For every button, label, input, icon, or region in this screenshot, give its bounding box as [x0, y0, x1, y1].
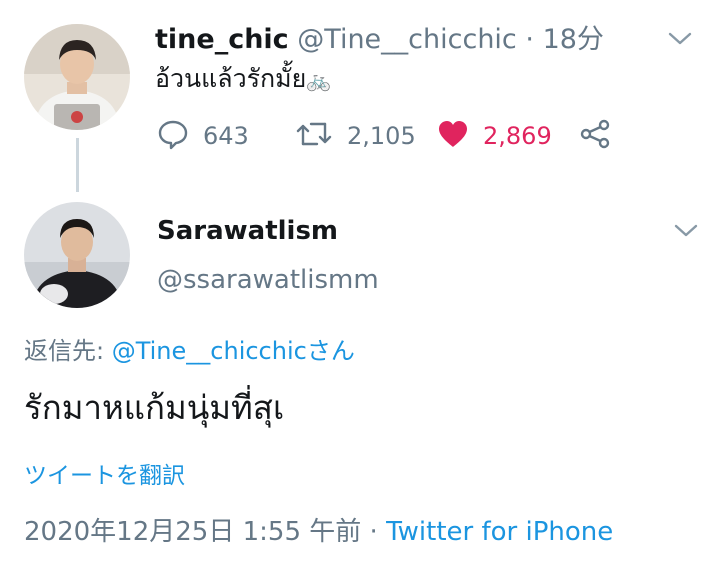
reply-to-mention-link[interactable]: @Tine__chicchicさん — [112, 337, 355, 365]
thread-line — [76, 138, 79, 192]
reply-to-line: 返信先: @Tine__chicchicさん — [24, 335, 355, 367]
share-icon — [579, 118, 611, 154]
reply-count: 643 — [203, 122, 249, 150]
bicycle-emoji-icon: 🚲 — [306, 68, 332, 92]
retweet-icon — [295, 118, 333, 154]
translate-tweet-link[interactable]: ツイートを翻訳 — [24, 460, 185, 492]
tweet1-handle[interactable]: @Tine__chicchic — [297, 24, 517, 55]
tweet2-meta: 2020年12月25日 1:55 午前 · Twitter for iPhone — [24, 514, 613, 550]
avatar-sarawatlism[interactable] — [24, 202, 130, 308]
retweet-button[interactable]: 2,105 — [295, 116, 416, 156]
tweet2-handle[interactable]: @ssarawatlismm — [157, 263, 379, 297]
avatar-tine-chic[interactable] — [24, 24, 130, 130]
tweet2-timestamp[interactable]: 2020年12月25日 1:55 午前 — [24, 517, 361, 547]
like-count: 2,869 — [483, 122, 552, 150]
tweet2-display-name[interactable]: Sarawatlism — [157, 214, 338, 248]
tweet2-text: รักมาหแก้มนุ่มที่สุเ — [24, 388, 285, 427]
tweet2-source-link[interactable]: Twitter for iPhone — [386, 517, 613, 547]
chevron-down-icon[interactable] — [667, 28, 693, 52]
share-button[interactable] — [579, 116, 611, 156]
tweet1-display-name[interactable]: tine_chic — [155, 24, 289, 55]
tweet1-actions: 643 2,105 2,869 — [155, 116, 625, 156]
retweet-count: 2,105 — [347, 122, 416, 150]
tweet1-text-body: อ้วนแล้วรักมั้ย — [155, 64, 307, 93]
like-button[interactable]: 2,869 — [437, 116, 552, 156]
heart-icon — [437, 119, 469, 153]
tweet2-meta-separator: · — [361, 517, 387, 547]
reply-button[interactable]: 643 — [157, 116, 249, 156]
reply-to-prefix: 返信先: — [24, 337, 112, 365]
tweet1-time[interactable]: 18分 — [543, 24, 604, 55]
reply-icon — [157, 118, 189, 154]
tweet1-header: tine_chic @Tine__chicchic · 18分 — [155, 22, 604, 58]
tweet1-text: อ้วนแล้วรักมั้ย🚲 — [155, 62, 331, 97]
chevron-down-icon[interactable] — [673, 220, 699, 244]
tweet1-separator: · — [525, 24, 534, 55]
